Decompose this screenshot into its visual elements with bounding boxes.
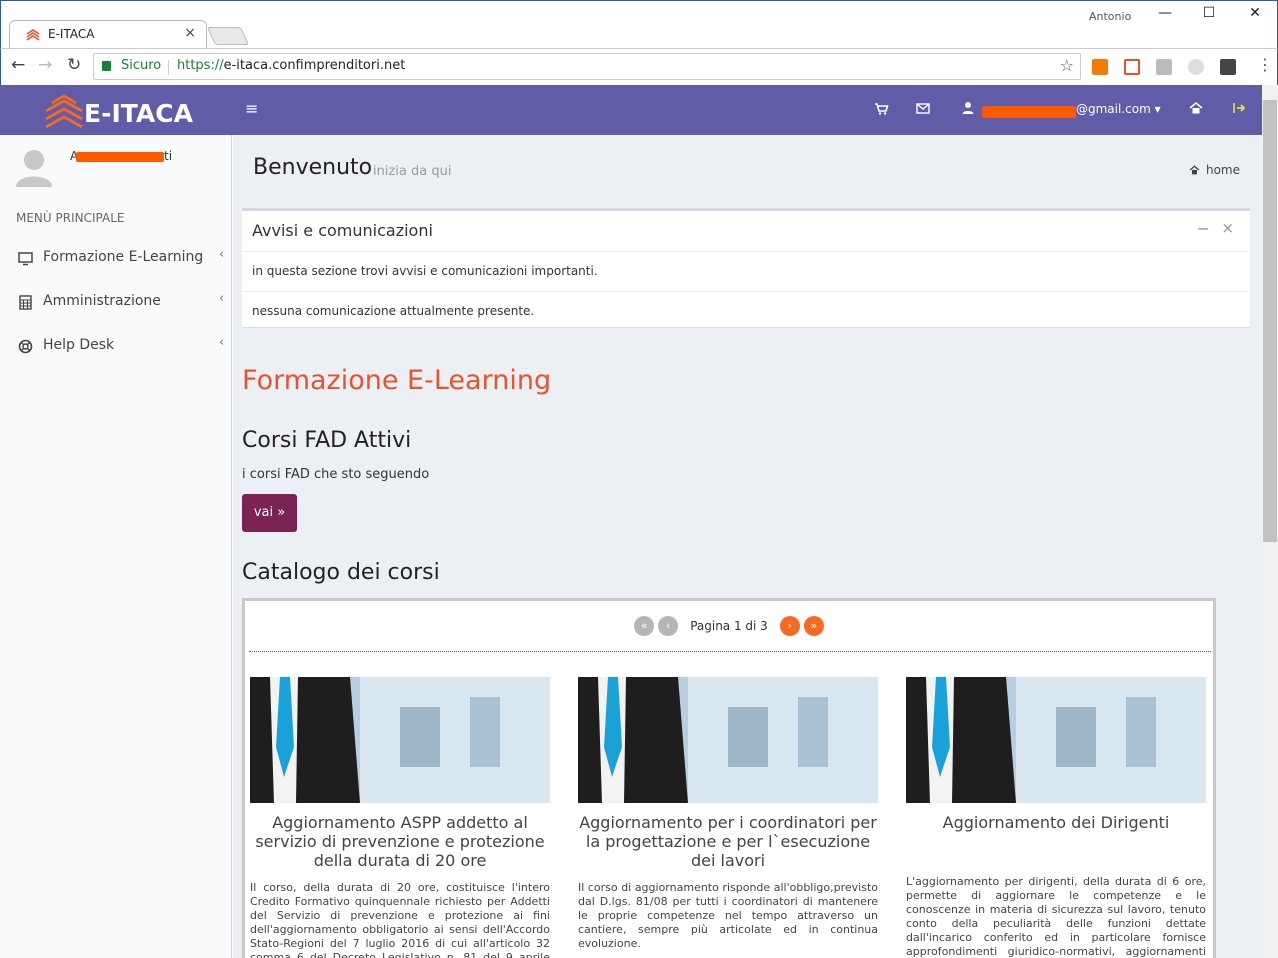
browser-tab[interactable]: E-ITACA × <box>9 20 207 49</box>
active-courses-heading: Corsi FAD Attivi <box>242 428 412 453</box>
course-description: L'aggiornamento per dirigenti, della dur… <box>906 875 1206 958</box>
browser-profile-name[interactable]: Antonio <box>1089 10 1131 23</box>
e-itaca-favicon-icon <box>26 29 40 41</box>
reload-icon[interactable]: ↻ <box>67 55 81 75</box>
address-separator <box>168 60 169 75</box>
url-host: e-itaca.confimprenditori.net <box>223 58 406 73</box>
url-text[interactable]: https://e-itaca.confimprenditori.net <box>177 58 405 73</box>
home-icon[interactable] <box>1188 100 1204 116</box>
notice-text: nessuna comunicazione attualmente presen… <box>252 304 535 318</box>
envelope-icon[interactable] <box>915 100 931 116</box>
course-title[interactable]: Aggiornamento per i coordinatori per la … <box>578 813 878 870</box>
page-subtitle: inizia da qui <box>373 164 452 179</box>
bookmark-star-icon[interactable]: ☆ <box>1060 56 1074 75</box>
user-email-dropdown[interactable]: @gmail.com ▾ <box>1076 102 1161 116</box>
minimize-window-icon[interactable]: — <box>1145 5 1185 21</box>
minimize-box-icon[interactable]: − <box>1197 219 1210 238</box>
page-title: Benvenuto <box>253 155 373 180</box>
tab-close-icon[interactable]: × <box>184 25 196 41</box>
lifebuoy-icon <box>18 339 33 354</box>
extension-notes-icon[interactable] <box>1156 59 1172 75</box>
course-description: Il corso di aggiornamento risponde all'o… <box>578 881 878 950</box>
chevron-left-icon: ‹ <box>219 291 225 306</box>
logo-text: E-ITACA <box>84 99 193 128</box>
e-itaca-logo-icon <box>45 94 83 129</box>
browser-menu-icon[interactable]: ⋮ <box>1257 55 1273 74</box>
breadcrumb-home[interactable]: home <box>1206 163 1240 177</box>
avatar <box>16 150 52 187</box>
course-image <box>578 677 878 803</box>
extension-office-icon[interactable] <box>1124 59 1140 75</box>
user-icon[interactable] <box>960 100 976 116</box>
extension-download-icon[interactable] <box>1220 59 1236 75</box>
app-logo[interactable]: E-ITACA <box>44 91 234 131</box>
redacted-email-mark <box>982 106 1076 118</box>
lock-icon <box>102 61 111 71</box>
course-title[interactable]: Aggiornamento dei Dirigenti <box>906 813 1206 832</box>
menu-header: MENÙ PRINCIPALE <box>16 211 125 225</box>
course-catalog: «‹ Pagina 1 di 3 ›» Aggiornamento ASPP add… <box>242 598 1216 958</box>
maximize-window-icon[interactable]: ☐ <box>1189 5 1229 21</box>
app-header: E-ITACA ≡ @gmail.com ▾ <box>0 85 1262 135</box>
address-bar[interactable]: Sicuro https://e-itaca.confimprenditori.… <box>93 53 1081 80</box>
divider <box>249 651 1211 652</box>
cart-icon[interactable] <box>873 100 889 116</box>
browser-toolbar: ← → ↻ Sicuro https://e-itaca.confimprend… <box>0 48 1278 85</box>
chevron-left-icon: ‹ <box>219 247 225 262</box>
next-page-button[interactable]: › <box>779 615 800 636</box>
calculator-icon <box>19 295 32 310</box>
course-image <box>906 677 1206 803</box>
course-description: Il corso, della durata di 20 ore, costit… <box>250 881 550 958</box>
sidebar-item-amministrazione[interactable]: Amministrazione ‹ <box>0 283 232 323</box>
main-content: Benvenuto inizia da qui home Avvisi e co… <box>233 135 1262 958</box>
secure-label: Sicuro <box>121 58 162 73</box>
url-scheme: https:// <box>177 58 224 73</box>
course-image <box>250 677 550 803</box>
extension-chart-icon[interactable] <box>1092 59 1108 75</box>
scrollbar-thumb[interactable] <box>1263 100 1277 542</box>
notices-title: Avvisi e comunicazioni <box>252 221 433 240</box>
active-courses-text: i corsi FAD che sto seguendo <box>242 467 430 482</box>
logout-icon[interactable] <box>1231 100 1247 116</box>
catalog-heading: Catalogo dei corsi <box>242 560 440 585</box>
notice-text: in questa sezione trovi avvisi e comunic… <box>252 264 598 278</box>
notice-row: nessuna comunicazione attualmente presen… <box>242 291 1250 329</box>
pager: «‹ Pagina 1 di 3 ›» <box>245 615 1213 637</box>
user-name-suffix: ti <box>164 149 173 163</box>
sidebar-item-label: Formazione E-Learning <box>43 249 204 265</box>
first-page-button[interactable]: « <box>634 615 655 636</box>
notices-box: Avvisi e comunicazioni − × in questa sez… <box>242 208 1250 327</box>
monitor-icon <box>18 252 33 266</box>
vai-button[interactable]: vai » <box>242 494 297 532</box>
sidebar-item-formazione[interactable]: Formazione E-Learning ‹ <box>0 239 232 279</box>
close-box-icon[interactable]: × <box>1221 219 1234 237</box>
pager-label: Pagina 1 di 3 <box>690 618 768 633</box>
close-window-icon[interactable]: ✕ <box>1235 5 1275 21</box>
tab-title: E-ITACA <box>48 27 95 41</box>
sidebar: A ti MENÙ PRINCIPALE Formazione E-Learni… <box>0 135 232 958</box>
chevron-left-icon: ‹ <box>219 335 225 350</box>
new-tab-button[interactable] <box>206 27 250 45</box>
back-icon[interactable]: ← <box>11 55 25 75</box>
redacted-username-mark <box>76 152 164 162</box>
home-icon <box>1189 165 1200 175</box>
extension-gear-icon[interactable] <box>1188 59 1204 75</box>
sidebar-item-label: Help Desk <box>43 337 115 353</box>
last-page-button[interactable]: » <box>803 615 824 636</box>
course-title[interactable]: Aggiornamento ASPP addetto al servizio d… <box>250 813 550 870</box>
notice-row: in questa sezione trovi avvisi e comunic… <box>242 251 1250 291</box>
browser-titlebar: E-ITACA × Antonio — ☐ ✕ <box>0 0 1278 49</box>
sidebar-item-label: Amministrazione <box>43 293 161 309</box>
forward-icon[interactable]: → <box>38 55 52 75</box>
elearning-heading: Formazione E-Learning <box>242 365 552 396</box>
sidebar-toggle-icon[interactable]: ≡ <box>245 99 258 118</box>
prev-page-button[interactable]: ‹ <box>658 615 679 636</box>
breadcrumb[interactable]: home <box>1189 163 1240 177</box>
sidebar-item-helpdesk[interactable]: Help Desk ‹ <box>0 327 232 367</box>
